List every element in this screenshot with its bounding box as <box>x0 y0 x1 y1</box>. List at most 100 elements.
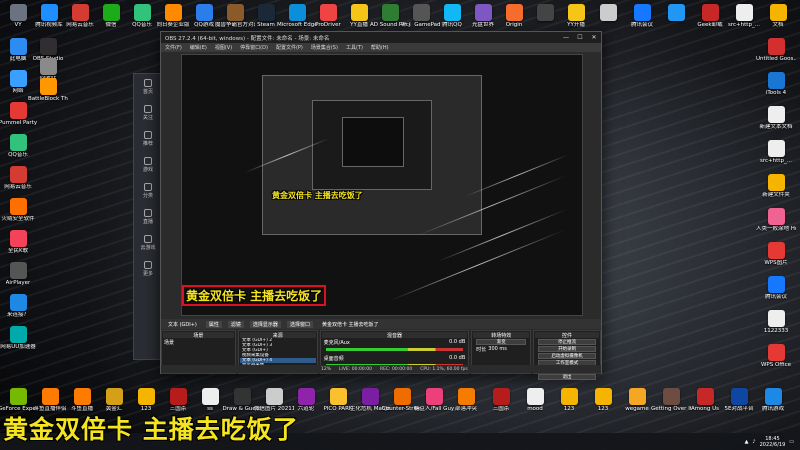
desktop-icon[interactable]: 1122333 <box>758 310 794 334</box>
sidebar-item[interactable]: 推荐 <box>134 126 162 152</box>
app-icon <box>41 388 59 405</box>
app-icon <box>9 294 27 311</box>
desktop-icon[interactable]: Pummel Party <box>0 102 37 126</box>
source-toolbar-item[interactable]: 滤镜 <box>227 320 244 328</box>
menu-item[interactable]: 编辑(E) <box>190 44 207 51</box>
volume-meter <box>325 348 464 351</box>
desktop-icon[interactable]: src+http_... <box>758 140 794 164</box>
desktop-icon[interactable]: 糖豆人/Fall Guys <box>414 388 454 412</box>
desktop-icon[interactable]: 5E对战平台 <box>721 388 757 412</box>
desktop-icon[interactable]: Untitled Goos... <box>756 38 796 62</box>
sidebar-item[interactable]: 首页 <box>134 74 162 100</box>
background-app-sidebar[interactable]: 首页 关注 推荐 游戏 分类 直播云游戏更多 <box>133 73 163 360</box>
desktop-icon[interactable]: WPS Office <box>758 344 794 368</box>
duration-value[interactable]: 300 ms <box>488 346 507 353</box>
desktop-icon[interactable]: iTools 4 <box>758 72 794 96</box>
scene-item[interactable]: 场景 <box>163 338 234 347</box>
app-icon <box>633 4 651 21</box>
desktop-icon[interactable]: 六道轮 <box>288 388 324 412</box>
sidebar-item[interactable]: 直播 <box>134 204 162 230</box>
desktop-icon[interactable]: 文档 <box>760 4 796 28</box>
app-icon <box>39 58 57 75</box>
menu-item[interactable]: 配置文件(P) <box>276 44 303 51</box>
desktop-icon[interactable]: 斗鱼直播伴侣 <box>32 388 68 412</box>
desktop-icon[interactable]: src+http_... <box>726 4 762 28</box>
volume-icon[interactable]: ♪ <box>752 439 755 445</box>
desktop-icon[interactable]: QQ音乐 <box>0 134 36 158</box>
source-toolbar-item[interactable]: 黄金双倍卡 主播去吃饭了 <box>319 321 382 328</box>
sidebar-item[interactable]: 云游戏 <box>134 230 162 256</box>
sidebar-item[interactable]: 游戏 <box>134 152 162 178</box>
app-icon <box>9 4 27 21</box>
desktop-icon[interactable]: 腾讯会议 <box>624 4 660 28</box>
mixer-channel[interactable]: 麦克风/Aux 0.0 dB <box>322 338 468 354</box>
source-toolbar-item[interactable]: 文本 (GDI+) <box>165 321 200 328</box>
desktop-icon[interactable]: mood <box>517 388 553 412</box>
menu-item[interactable]: 帮助(H) <box>371 44 389 51</box>
notification-icon[interactable]: ▭ <box>789 439 794 445</box>
desktop-icon[interactable]: 人类一败涂地 Human Fa... <box>756 208 796 232</box>
desktop-icon[interactable]: 123 <box>585 388 621 412</box>
control-button[interactable]: 停止推流 <box>538 339 596 345</box>
maximize-icon[interactable]: ☐ <box>573 34 587 41</box>
control-button[interactable]: 退出 <box>538 374 596 380</box>
desktop-icon[interactable]: 123 <box>128 388 164 412</box>
app-icon <box>457 388 475 405</box>
desktop-icon[interactable]: 微信图片 2021120... <box>254 388 294 412</box>
desktop-icon[interactable]: 黄金汇 <box>96 388 132 412</box>
obs-title-bar[interactable]: OBS 27.2.4 (64-bit, windows) - 配置文件: 未命名… <box>161 32 601 43</box>
network-icon[interactable]: ▲ <box>745 439 749 445</box>
app-icon <box>265 388 283 405</box>
desktop-icon[interactable]: 腾讯会议 <box>758 276 794 300</box>
desktop-icon[interactable]: YY开播 <box>558 4 594 28</box>
desktop-icon[interactable]: Getting Over It wi... <box>651 388 691 412</box>
desktop-icon[interactable]: 斗鱼直播 <box>64 388 100 412</box>
sidebar-item[interactable]: 更多 <box>134 256 162 282</box>
control-button[interactable]: 启动虚拟摄像机 <box>538 353 596 359</box>
minimize-icon[interactable]: — <box>559 34 573 41</box>
desktop-icon[interactable]: 123 <box>551 388 587 412</box>
desktop-icon[interactable]: 新建文本文档 <box>758 106 794 130</box>
sidebar-item[interactable]: 分类 <box>134 178 162 204</box>
obs-window[interactable]: OBS 27.2.4 (64-bit, windows) - 配置文件: 未命名… <box>160 31 602 380</box>
nav-icon <box>144 131 152 139</box>
transition-select[interactable]: 渐变 <box>476 339 527 345</box>
desktop-icon[interactable]: 火绒安全软件 <box>0 198 36 222</box>
menu-item[interactable]: 视图(V) <box>215 44 232 51</box>
desktop-icon[interactable]: 部落冲突 <box>448 388 484 412</box>
source-toolbar-item[interactable]: 选择窗口 <box>286 320 313 328</box>
desktop-icon[interactable]: 三国杀 <box>483 388 519 412</box>
desktop-icon[interactable]: 来连接？ <box>0 294 36 318</box>
desktop-icon[interactable] <box>590 4 626 22</box>
control-button[interactable]: 开始录制 <box>538 346 596 352</box>
obs-preview[interactable]: 黄金双倍卡 主播去吃饭了 黄金双倍卡 主播去吃饭了 <box>181 54 583 316</box>
menu-item[interactable]: 工具(T) <box>346 44 363 51</box>
menu-item[interactable]: 场景集合(S) <box>311 44 338 51</box>
sidebar-item-label: 云游戏 <box>140 245 156 251</box>
desktop-icon[interactable]: 新建文件夹 <box>758 174 794 198</box>
menu-item[interactable]: 停靠窗口(D) <box>240 44 268 51</box>
desktop-icon[interactable]: WPS图片 <box>758 242 794 266</box>
desktop-icon[interactable]: Geek卸载 <box>692 4 728 28</box>
desktop-icon[interactable]: 网易UU加速器 <box>0 326 36 350</box>
desktop-icon[interactable] <box>658 4 694 22</box>
sidebar-item[interactable]: 关注 <box>134 100 162 126</box>
clock[interactable]: 18:45 2022/6/19 <box>760 436 786 448</box>
source-toolbar-item[interactable]: 选择显示器 <box>249 320 281 328</box>
desktop-icon-label: 光盘世界 <box>471 22 494 28</box>
desktop-icon[interactable]: Among Us <box>687 388 723 412</box>
desktop-icon[interactable]: GeForce Experience <box>0 388 38 412</box>
desktop-icon[interactable]: 三国杀 <box>160 388 196 412</box>
controls-header: 控件 <box>535 332 599 339</box>
menu-item[interactable]: 文件(F) <box>165 44 182 51</box>
desktop-icon[interactable]: 腾讯游戏 <box>755 388 791 412</box>
desktop-icon[interactable]: BattleBlock Theater <box>28 78 68 102</box>
desktop-icon[interactable]: wegame <box>619 388 655 412</box>
app-icon <box>599 4 617 21</box>
source-toolbar-item[interactable]: 属性 <box>205 320 222 328</box>
desktop-icon[interactable]: 网易云音乐 <box>0 166 36 190</box>
desktop-icon[interactable]: 全民K歌 <box>0 230 36 254</box>
desktop-icon-label: Geek卸载 <box>697 22 723 28</box>
desktop-icon[interactable]: AirPlayer <box>0 262 36 286</box>
close-icon[interactable]: ✕ <box>587 34 601 41</box>
